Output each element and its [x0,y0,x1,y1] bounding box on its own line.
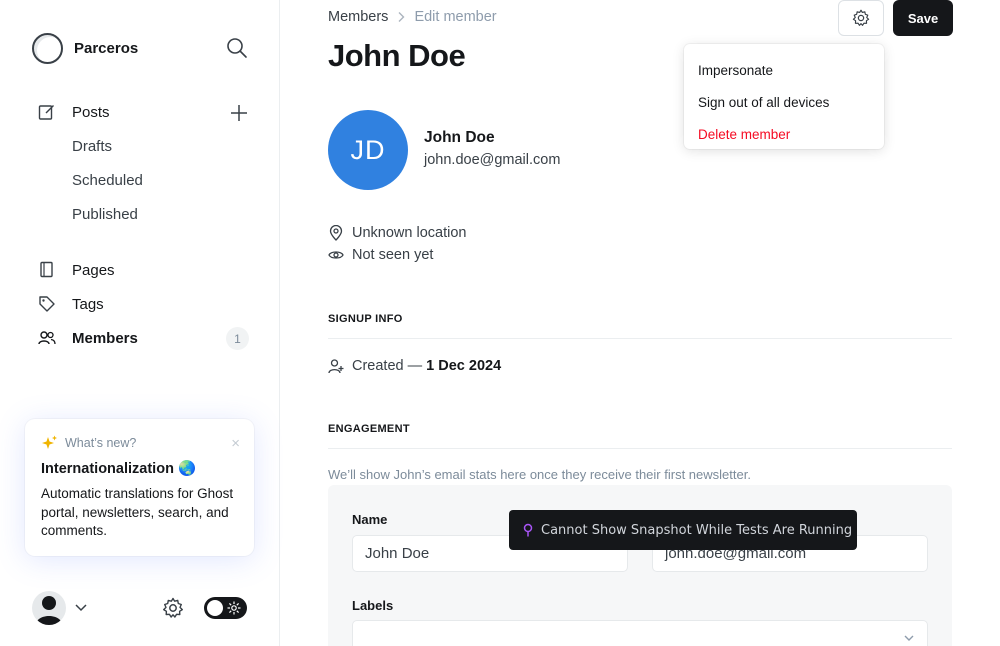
sparkle-icon [41,435,58,451]
page-title: John Doe [328,38,466,73]
close-icon[interactable]: × [231,435,240,452]
engagement-heading: ENGAGEMENT [328,423,410,435]
sidebar-item-label: Pages [72,261,115,279]
member-email: john.doe@gmail.com [424,152,561,168]
chevron-down-icon [903,632,915,644]
gear-icon[interactable] [162,597,184,619]
divider [328,338,952,339]
member-actions-menu: Impersonate Sign out of all devices Dele… [684,44,884,149]
delete-member-menu-item[interactable]: Delete member [684,118,884,150]
member-location: Unknown location [352,225,467,241]
whats-new-card[interactable]: What’s new? Internationalization 🌏 Autom… [25,419,254,556]
name-label: Name [352,512,388,527]
engagement-note: We’ll show John’s email stats here once … [328,467,751,482]
breadcrumb-members-link[interactable]: Members [328,9,388,25]
created-date: 1 Dec 2024 [426,358,502,374]
sidebar-item-label: Posts [72,103,110,121]
sidebar-item-tags[interactable]: Tags [38,292,104,316]
labels-label: Labels [352,598,394,613]
sidebar: Parceros Posts Drafts Scheduled Publishe… [0,0,280,646]
toggle-knob [207,600,223,616]
pencil-icon [38,103,56,121]
sidebar-item-pages[interactable]: Pages [38,258,115,282]
sidebar-item-scheduled[interactable]: Scheduled [72,172,143,189]
search-icon[interactable] [226,37,248,59]
test-running-toast: Cannot Show Snapshot While Tests Are Run… [509,510,857,550]
sun-icon [227,601,241,615]
member-last-seen: Not seen yet [352,247,434,263]
sidebar-item-label: Members [72,329,138,347]
chevron-right-icon [397,11,405,23]
eye-icon [328,247,344,263]
gear-icon [852,9,870,27]
sidebar-item-label: Tags [72,295,104,313]
breadcrumb-current: Edit member [414,9,497,25]
location-pin-icon [328,225,344,241]
members-count-badge: 1 [226,327,249,350]
member-location-row: Unknown location [328,225,466,241]
whats-new-title[interactable]: Internationalization 🌏 [41,460,238,477]
whats-new-label: What’s new? [65,436,137,450]
whats-new-header: What’s new? [41,435,238,451]
pin-icon [521,523,535,537]
sidebar-item-published[interactable]: Published [72,206,138,223]
members-icon [38,329,56,347]
user-add-icon [328,358,344,374]
sidebar-item-members[interactable]: Members [38,326,138,350]
created-label: Created — [352,358,423,374]
member-avatar: JD [328,110,408,190]
save-button[interactable]: Save [893,0,953,36]
tag-icon [38,295,56,313]
page-icon [38,261,56,279]
dark-mode-toggle[interactable] [204,597,247,619]
site-logo[interactable] [32,33,63,64]
divider [328,448,952,449]
created-row: Created — 1 Dec 2024 [328,358,501,374]
sign-out-all-devices-menu-item[interactable]: Sign out of all devices [684,86,884,118]
signup-info-heading: SIGNUP INFO [328,313,403,325]
chevron-down-icon[interactable] [74,600,88,614]
user-avatar[interactable] [32,591,66,625]
member-seen-row: Not seen yet [328,247,433,263]
sidebar-item-posts[interactable]: Posts [38,100,110,124]
member-name: John Doe [424,129,495,146]
toast-text: Cannot Show Snapshot While Tests Are Run… [541,522,853,538]
impersonate-menu-item[interactable]: Impersonate [684,54,884,86]
add-post-icon[interactable] [229,103,249,123]
labels-select[interactable] [352,620,928,646]
breadcrumb: Members Edit member [328,9,497,25]
whats-new-body: Automatic translations for Ghost portal,… [41,486,234,538]
sidebar-item-drafts[interactable]: Drafts [72,138,112,155]
member-actions-button[interactable] [838,0,884,36]
site-name[interactable]: Parceros [74,40,138,57]
